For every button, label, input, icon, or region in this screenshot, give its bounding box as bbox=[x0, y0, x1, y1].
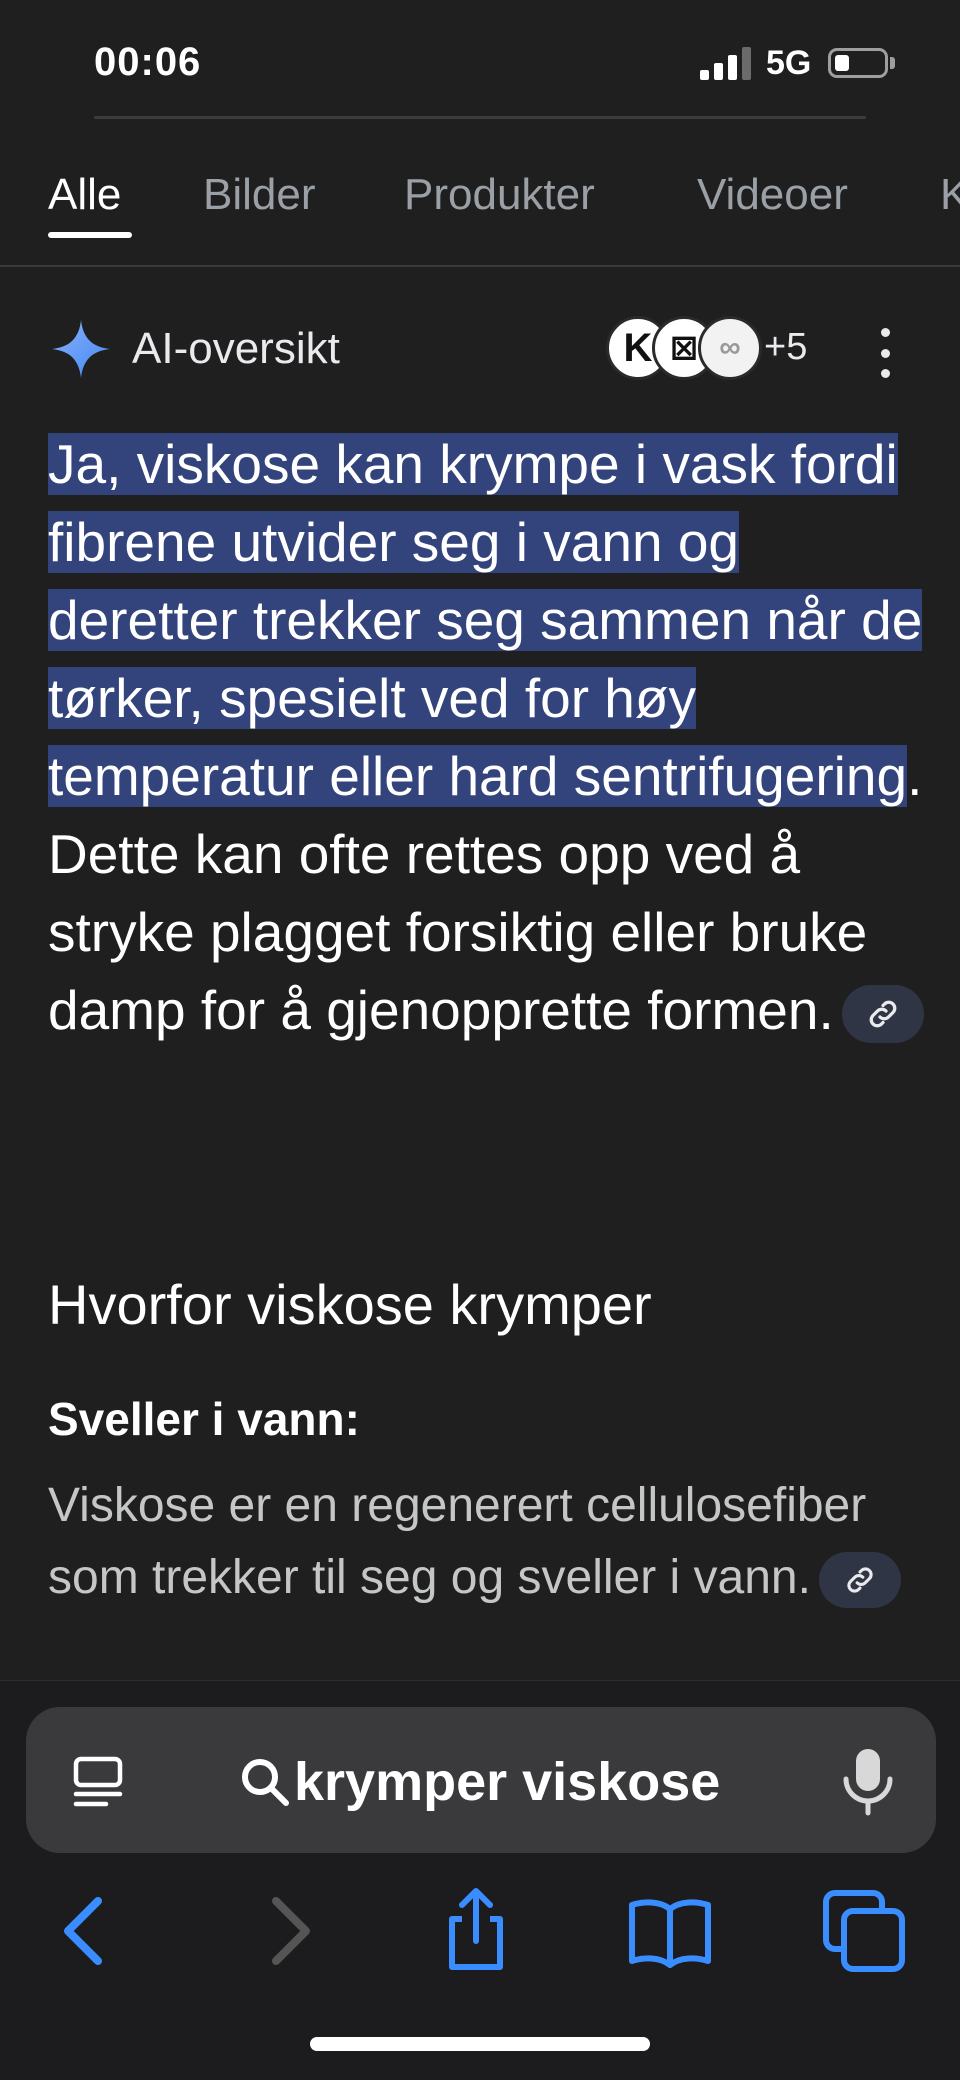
subsection-body: Viskose er en regenerert cellulosefiber … bbox=[48, 1479, 867, 1604]
forward-icon[interactable] bbox=[244, 1887, 332, 1975]
tab-bilder[interactable]: Bilder bbox=[203, 170, 316, 220]
search-tabs: Alle Bilder Produkter Videoer K bbox=[0, 150, 960, 267]
tabs-icon[interactable] bbox=[820, 1887, 908, 1975]
back-icon[interactable] bbox=[42, 1887, 130, 1975]
status-bar: 00:06 5G bbox=[0, 0, 960, 119]
search-icon bbox=[242, 1759, 289, 1806]
battery-icon bbox=[828, 48, 888, 78]
highlighted-answer: Ja, viskose kan krympe i vask fordi fibr… bbox=[48, 433, 923, 807]
tab-produkter[interactable]: Produkter bbox=[404, 170, 595, 220]
status-time: 00:06 bbox=[94, 40, 202, 84]
search-query[interactable]: krymper viskose bbox=[294, 1751, 720, 1813]
link-icon bbox=[847, 1567, 873, 1593]
tab-videoer[interactable]: Videoer bbox=[697, 170, 848, 220]
address-bar[interactable]: krymper viskose bbox=[26, 1707, 936, 1853]
browser-toolbar: krymper viskose bbox=[0, 1680, 960, 2080]
signal-strength-icon bbox=[700, 46, 752, 80]
home-indicator bbox=[310, 2037, 650, 2051]
more-sources-count[interactable]: +5 bbox=[764, 326, 807, 369]
ai-answer-text: Ja, viskose kan krympe i vask fordi fibr… bbox=[48, 425, 928, 1049]
reader-icon[interactable] bbox=[70, 1753, 126, 1809]
section-heading: Hvorfor viskose krymper bbox=[48, 1273, 652, 1336]
tab-alle[interactable]: Alle bbox=[48, 170, 121, 220]
bookmarks-icon[interactable] bbox=[626, 1887, 714, 1975]
ai-overview-header: AI-oversikt K ⊠ ∞ +5 bbox=[0, 310, 960, 390]
link-icon bbox=[869, 1001, 897, 1028]
mic-icon[interactable] bbox=[840, 1747, 896, 1817]
share-icon[interactable] bbox=[432, 1887, 520, 1975]
tab-more-partial[interactable]: K bbox=[940, 170, 960, 220]
network-type: 5G bbox=[766, 44, 812, 82]
subsection-heading: Sveller i vann: bbox=[48, 1393, 360, 1445]
active-tab-indicator bbox=[48, 232, 132, 238]
source-favicons[interactable]: K ⊠ ∞ bbox=[606, 316, 762, 382]
ai-sparkle-icon bbox=[52, 320, 110, 378]
subsection-text: Viskose er en regenerert cellulosefiber … bbox=[48, 1470, 908, 1614]
more-options-icon[interactable] bbox=[872, 328, 898, 378]
address-bar-remnant bbox=[94, 116, 866, 119]
source-link-button[interactable] bbox=[818, 1552, 901, 1609]
ai-overview-title: AI-oversikt bbox=[132, 324, 340, 373]
source-favicon[interactable]: ∞ bbox=[698, 316, 762, 380]
source-link-button[interactable] bbox=[841, 985, 924, 1044]
